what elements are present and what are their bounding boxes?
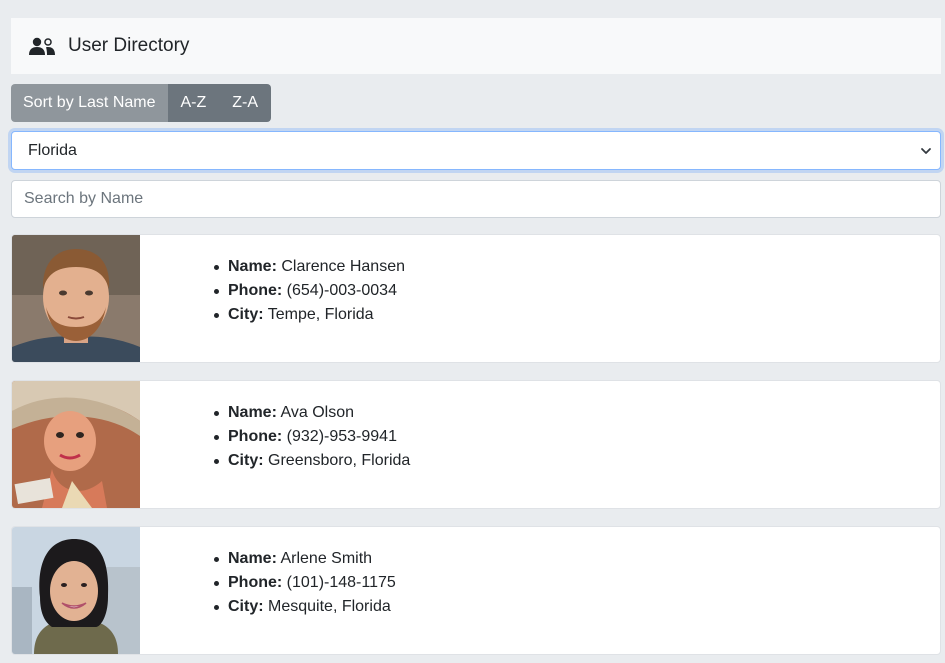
user-name-item: Name: Arlene Smith (214, 547, 396, 571)
user-avatar-photo (12, 381, 140, 508)
name-label: Name: (228, 258, 277, 275)
users-icon (29, 37, 55, 55)
user-name-item: Name: Ava Olson (214, 401, 410, 425)
phone-label: Phone: (228, 282, 283, 299)
user-avatar-photo (12, 527, 140, 654)
sort-label: Sort by Last Name (11, 84, 168, 122)
user-phone-item: Phone: (654)-003-0034 (214, 279, 405, 303)
user-card: Name: Arlene Smith Phone: (101)-148-1175… (11, 526, 941, 655)
user-phone-item: Phone: (932)-953-9941 (214, 425, 410, 449)
user-city: Mesquite, Florida (268, 598, 391, 615)
phone-label: Phone: (228, 428, 283, 445)
state-select-value: Florida (28, 141, 77, 159)
sort-desc-button[interactable]: Z-A (219, 84, 272, 122)
city-label: City: (228, 598, 264, 615)
user-city-item: City: Greensboro, Florida (214, 449, 410, 473)
city-label: City: (228, 452, 264, 469)
sort-button-group: Sort by Last Name A-Z Z-A (11, 84, 272, 122)
user-city-item: City: Mesquite, Florida (214, 595, 396, 619)
name-label: Name: (228, 404, 277, 421)
user-name: Clarence Hansen (281, 258, 405, 275)
user-name: Arlene Smith (280, 550, 373, 567)
user-phone: (654)-003-0034 (286, 282, 397, 299)
state-select[interactable]: Florida (11, 131, 941, 170)
user-details-list: Name: Ava Olson Phone: (932)-953-9941 Ci… (214, 401, 410, 508)
user-name-item: Name: Clarence Hansen (214, 255, 405, 279)
sort-asc-button[interactable]: A-Z (167, 84, 220, 122)
user-avatar-photo (12, 235, 140, 362)
user-name: Ava Olson (280, 404, 354, 421)
search-input[interactable] (11, 180, 941, 218)
name-label: Name: (228, 550, 277, 567)
phone-label: Phone: (228, 574, 283, 591)
user-phone: (101)-148-1175 (286, 574, 396, 591)
page-title: User Directory (68, 35, 190, 56)
user-phone: (932)-953-9941 (286, 428, 397, 445)
user-city: Greensboro, Florida (268, 452, 411, 469)
page-header: User Directory (11, 18, 941, 74)
user-directory-page: User Directory Sort by Last Name A-Z Z-A… (0, 0, 945, 663)
user-card: Name: Ava Olson Phone: (932)-953-9941 Ci… (11, 380, 941, 509)
user-details-list: Name: Clarence Hansen Phone: (654)-003-0… (214, 255, 405, 362)
user-city-item: City: Tempe, Florida (214, 303, 405, 327)
user-city: Tempe, Florida (267, 306, 374, 323)
city-label: City: (228, 306, 264, 323)
user-phone-item: Phone: (101)-148-1175 (214, 571, 396, 595)
user-details-list: Name: Arlene Smith Phone: (101)-148-1175… (214, 547, 396, 654)
user-card: Name: Clarence Hansen Phone: (654)-003-0… (11, 234, 941, 363)
chevron-down-icon (921, 147, 931, 154)
